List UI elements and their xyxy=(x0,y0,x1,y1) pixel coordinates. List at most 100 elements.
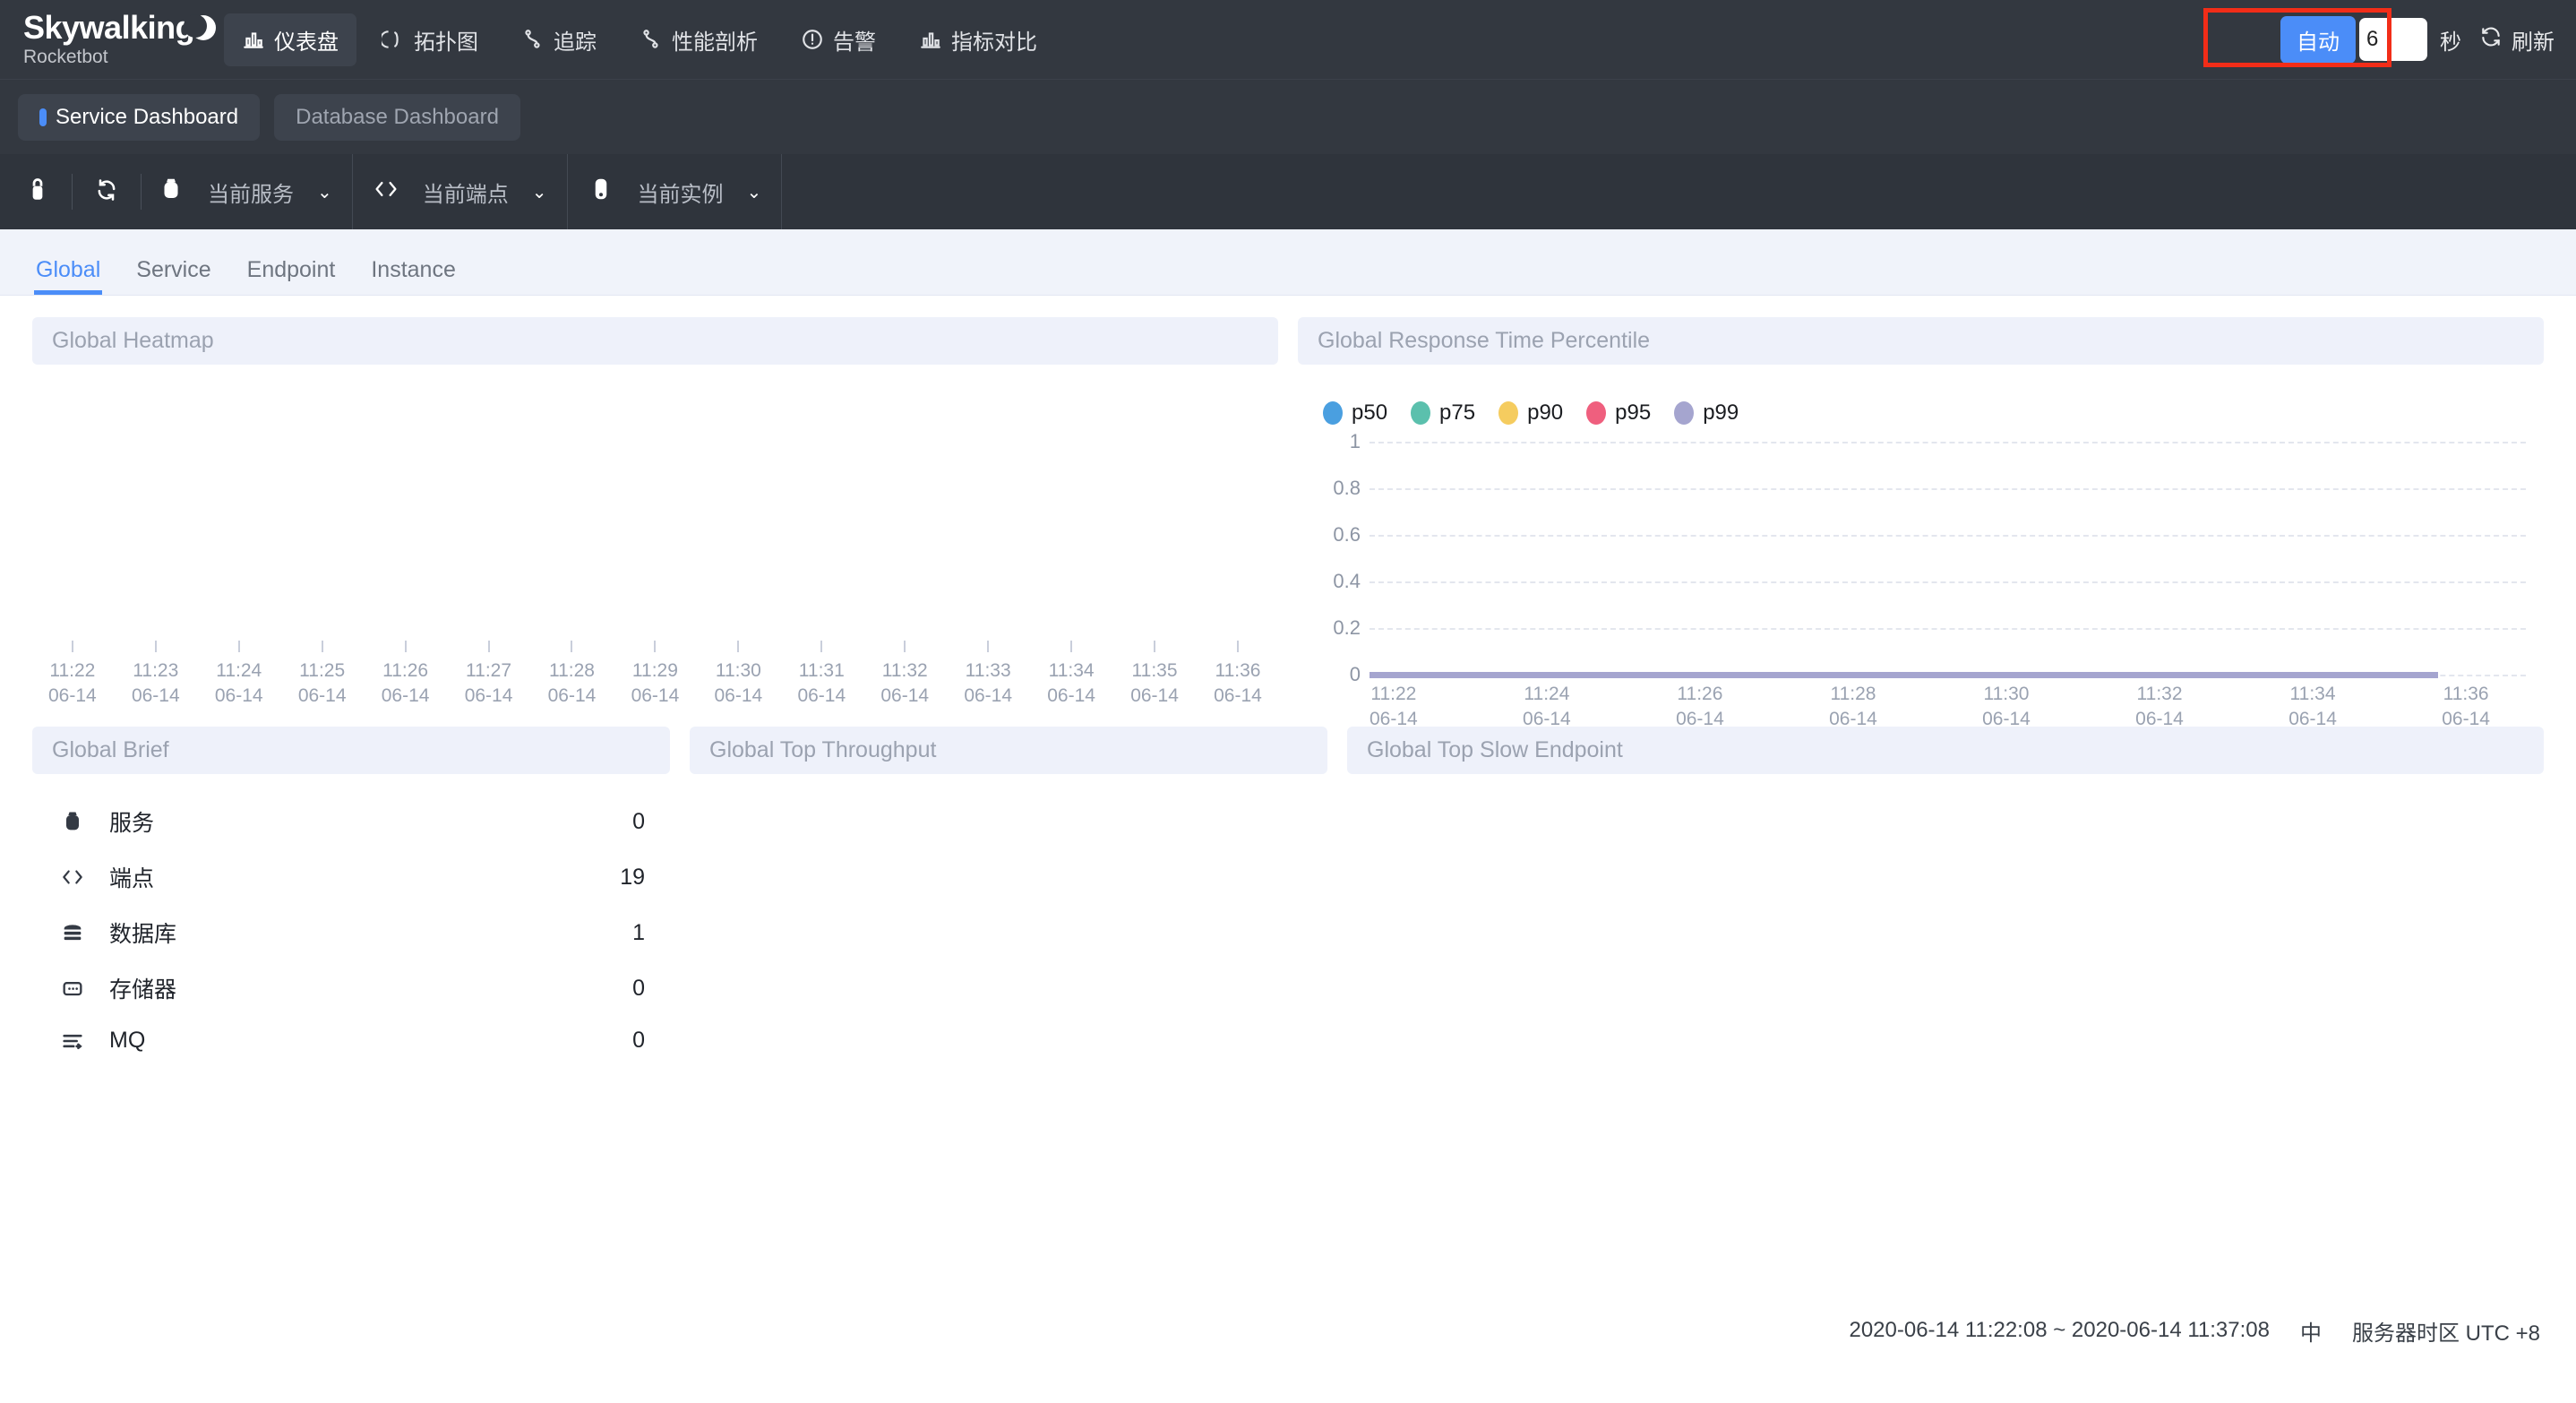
dashboard-tab-service-label: Service Dashboard xyxy=(56,105,238,130)
x-tick-date: 06-14 xyxy=(2135,707,2184,732)
scope-tab-endpoint[interactable]: Endpoint xyxy=(233,257,350,295)
time-range-display[interactable]: 2020-06-14 11:22:08 ~ 2020-06-14 11:37:0… xyxy=(1849,1318,2270,1343)
charts-row: Global Heatmap 11:2206-14 11:2306-14 11:… xyxy=(0,296,2576,710)
y-tick-label: 1 xyxy=(1350,430,1361,453)
toolbar-divider xyxy=(141,174,142,210)
trace-icon xyxy=(521,28,545,51)
tick-mark-icon xyxy=(405,641,407,652)
language-switch[interactable]: 中 xyxy=(2300,1315,2322,1347)
y-tick-label: 0 xyxy=(1350,663,1361,686)
percentile-y-axis: 1 0.8 0.6 0.4 0.2 0 xyxy=(1298,442,1361,675)
brief-row-database[interactable]: 数据库 1 xyxy=(48,905,654,960)
lock-toggle-button[interactable] xyxy=(20,176,56,208)
nav-tab-topology-label: 拓扑图 xyxy=(414,24,478,56)
heatmap-x-tick-time: 11:25 xyxy=(299,658,345,684)
legend-color-swatch xyxy=(1411,401,1430,425)
panel-global-top-slow-endpoint: Global Top Slow Endpoint xyxy=(1347,727,2544,1065)
nav-tab-trace[interactable]: 追踪 xyxy=(503,13,614,66)
dashboard-tab-database[interactable]: Database Dashboard xyxy=(274,94,520,141)
selector-current-endpoint[interactable]: 当前端点 ⌄ xyxy=(373,176,547,208)
legend-color-swatch xyxy=(1498,401,1518,425)
legend-item-p75[interactable]: p75 xyxy=(1411,400,1475,426)
brief-row-service[interactable]: 服务 0 xyxy=(48,794,654,849)
scope-tab-service-label: Service xyxy=(136,257,210,282)
x-tick: 11:3406-14 xyxy=(2288,682,2337,733)
nav-tab-alarm[interactable]: 告警 xyxy=(783,13,894,66)
seconds-unit-label: 秒 xyxy=(2440,24,2461,56)
panel-top-throughput-title: Global Top Throughput xyxy=(690,727,1327,774)
panel-global-heatmap: Global Heatmap 11:2206-14 11:2306-14 11:… xyxy=(32,317,1278,710)
tick-mark-icon xyxy=(238,641,240,652)
brief-row-endpoint[interactable]: 端点 19 xyxy=(48,849,654,905)
selector-current-service[interactable]: 当前服务 ⌄ xyxy=(158,176,332,209)
heatmap-x-tick: 11:3306-14 xyxy=(964,641,1012,710)
tick-mark-icon xyxy=(1237,641,1239,652)
x-tick: 11:2206-14 xyxy=(1370,682,1418,733)
active-indicator-icon xyxy=(39,108,47,126)
scope-tab-endpoint-label: Endpoint xyxy=(247,257,336,282)
brief-row-mq[interactable]: MQ 0 xyxy=(48,1016,654,1065)
heatmap-x-tick: 11:3006-14 xyxy=(715,641,763,710)
selector-current-instance[interactable]: 当前实例 ⌄ xyxy=(588,176,762,209)
heatmap-x-tick-date: 06-14 xyxy=(465,684,513,709)
panel-global-brief: Global Brief 服务 0 端点 19 xyxy=(32,727,670,1065)
dashboard-tab-service[interactable]: Service Dashboard xyxy=(18,94,260,141)
heatmap-x-tick-time: 11:36 xyxy=(1215,658,1260,684)
heatmap-x-tick-date: 06-14 xyxy=(382,684,430,709)
selector-reload-button[interactable] xyxy=(89,177,125,207)
scope-tab-instance[interactable]: Instance xyxy=(356,257,470,295)
auto-refresh-button[interactable]: 自动 xyxy=(2280,16,2356,64)
x-tick-time: 11:28 xyxy=(1829,682,1877,707)
dashboard-content: Global Heatmap 11:2206-14 11:2306-14 11:… xyxy=(0,296,2576,1358)
heatmap-x-tick-time: 11:33 xyxy=(966,658,1011,684)
gridline xyxy=(1370,581,2526,583)
scope-tab-service[interactable]: Service xyxy=(122,257,225,295)
scope-tab-global[interactable]: Global xyxy=(21,257,115,295)
scope-tab-instance-label: Instance xyxy=(371,257,456,282)
heatmap-x-tick: 11:2406-14 xyxy=(215,641,263,710)
x-tick-time: 11:34 xyxy=(2288,682,2337,707)
gridline xyxy=(1370,628,2526,630)
heatmap-plot-area[interactable]: 11:2206-14 11:2306-14 11:2406-14 11:2506… xyxy=(32,417,1278,685)
heatmap-x-tick-date: 06-14 xyxy=(1130,684,1179,709)
mq-icon xyxy=(57,1029,88,1054)
heatmap-x-tick: 11:2606-14 xyxy=(382,641,430,710)
manual-refresh-label: 刷新 xyxy=(2512,24,2555,56)
nav-tab-topology[interactable]: 拓扑图 xyxy=(364,13,496,66)
nav-tab-metrics-comparison[interactable]: 指标对比 xyxy=(901,13,1055,66)
panel-global-brief-title: Global Brief xyxy=(32,727,670,774)
panel-global-heatmap-title: Global Heatmap xyxy=(32,317,1278,365)
x-tick-time: 11:32 xyxy=(2135,682,2184,707)
brief-value-mq: 0 xyxy=(632,1028,645,1054)
nav-tab-profile[interactable]: 性能剖析 xyxy=(622,13,776,66)
scope-tabs: Global Service Endpoint Instance xyxy=(0,229,2576,296)
heatmap-x-tick: 11:3606-14 xyxy=(1214,641,1262,710)
legend-item-p50[interactable]: p50 xyxy=(1323,400,1387,426)
heatmap-x-tick-date: 06-14 xyxy=(548,684,597,709)
brand-name-wrap: Skywalking xyxy=(23,11,224,45)
manual-refresh-button[interactable]: 刷新 xyxy=(2479,24,2555,56)
nav-tab-metrics-comparison-label: 指标对比 xyxy=(951,24,1037,56)
nav-tab-dashboard[interactable]: 仪表盘 xyxy=(224,13,356,66)
reload-icon xyxy=(2479,25,2503,55)
x-tick: 11:3206-14 xyxy=(2135,682,2184,733)
legend-item-p90[interactable]: p90 xyxy=(1498,400,1563,426)
percentile-plot-area[interactable]: 1 0.8 0.6 0.4 0.2 0 11:2206- xyxy=(1298,442,2544,710)
global-brief-list: 服务 0 端点 19 数据库 1 xyxy=(32,774,670,1065)
brief-value-service: 0 xyxy=(632,809,645,835)
heatmap-x-tick-time: 11:34 xyxy=(1049,658,1095,684)
toolbar-divider xyxy=(72,174,73,210)
brief-row-cache[interactable]: 存储器 0 xyxy=(48,960,654,1016)
refresh-interval-input[interactable] xyxy=(2359,18,2427,61)
x-tick: 11:2606-14 xyxy=(1676,682,1724,733)
panel-global-top-throughput: Global Top Throughput xyxy=(690,727,1327,1065)
timezone-display: 服务器时区 UTC +8 xyxy=(2352,1315,2540,1347)
x-tick-time: 11:26 xyxy=(1676,682,1724,707)
legend-item-p99[interactable]: p99 xyxy=(1674,400,1739,426)
app-logo: Skywalking Rocketbot xyxy=(0,11,224,68)
legend-item-p95[interactable]: p95 xyxy=(1586,400,1651,426)
status-bar: 2020-06-14 11:22:08 ~ 2020-06-14 11:37:0… xyxy=(0,1303,2576,1358)
nav-tab-profile-label: 性能剖析 xyxy=(672,24,758,56)
x-tick: 11:2406-14 xyxy=(1523,682,1571,733)
heatmap-x-tick-time: 11:23 xyxy=(133,658,178,684)
